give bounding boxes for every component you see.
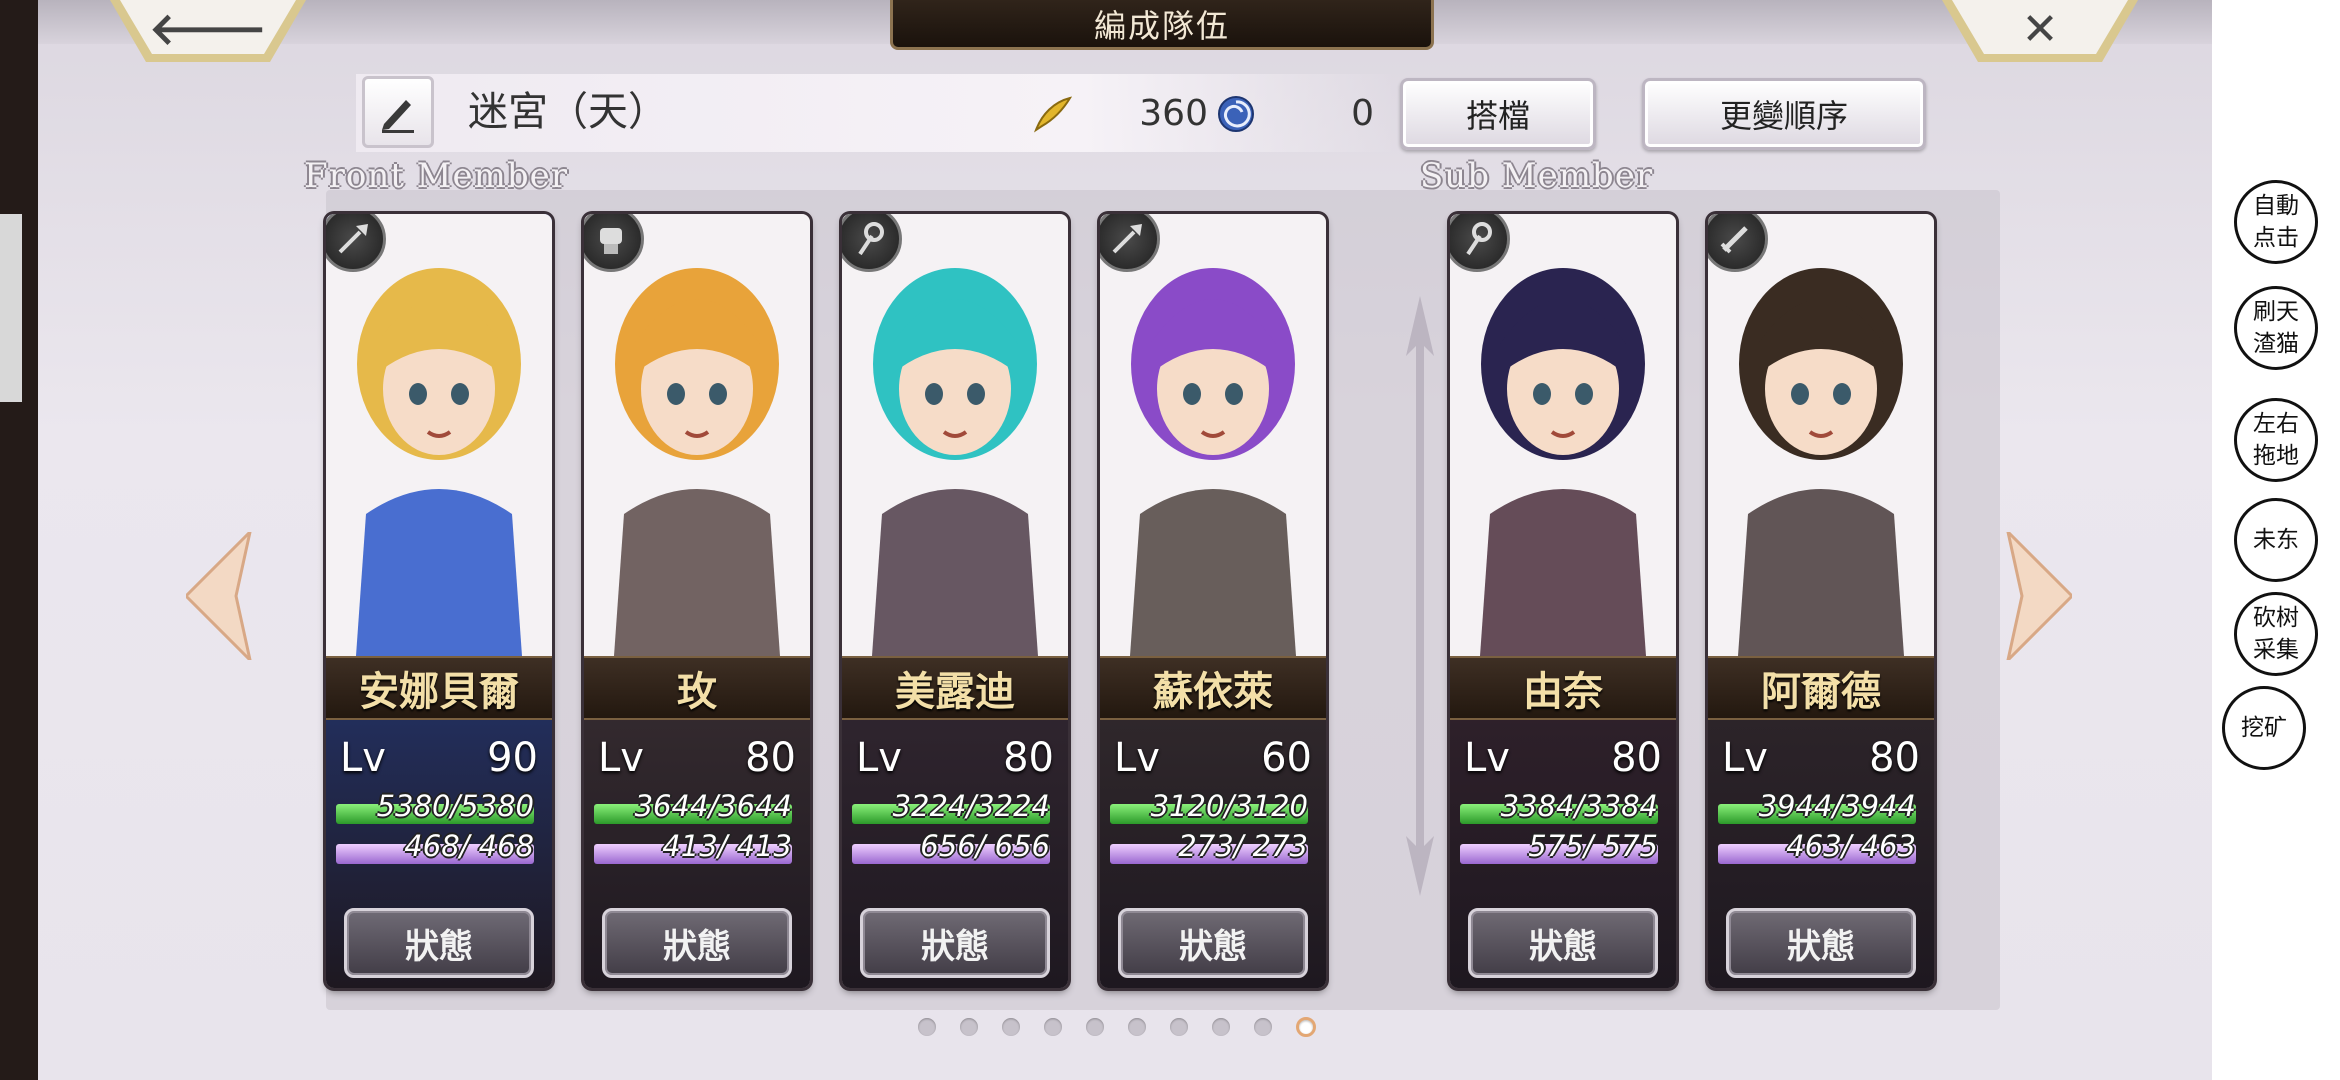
pen-icon	[382, 100, 414, 133]
level-label: Lv	[598, 735, 644, 781]
page-dot[interactable]	[918, 1018, 936, 1036]
member-name: 安娜貝爾	[326, 656, 552, 720]
reorder-button[interactable]: 更變順序	[1642, 78, 1926, 150]
level-value: 80	[1003, 735, 1054, 781]
spiral-value: 0	[1351, 93, 1374, 134]
member-name: 阿爾德	[1708, 656, 1934, 720]
swap-arrow-icon	[1406, 296, 1434, 896]
page-dot[interactable]	[1086, 1018, 1104, 1036]
hp-value: 3644/3644	[634, 789, 792, 823]
page-dot[interactable]	[1170, 1018, 1188, 1036]
character-portrait[interactable]	[1100, 214, 1326, 656]
hp-value: 3384/3384	[1500, 789, 1658, 823]
character-portrait[interactable]	[842, 214, 1068, 656]
assist-side-panel: 自動 点击刷天 渣猫左右 拖地未东砍树 采集挖矿	[2212, 0, 2340, 1080]
feather-value: 360	[1139, 93, 1208, 134]
status-button[interactable]: 狀態	[860, 908, 1050, 978]
assist-menu-button[interactable]: 砍树 采集	[2234, 592, 2318, 676]
next-page-arrow[interactable]	[2002, 532, 2072, 660]
partner-button[interactable]: 搭檔	[1400, 78, 1596, 150]
member-stats: Lv 80 3944/3944 463/ 463 狀態	[1708, 720, 1934, 988]
sub-member-label: Sub Member	[1420, 156, 1654, 196]
assist-menu-button[interactable]: 未东	[2234, 498, 2318, 582]
hp-value: 5380/5380	[376, 789, 534, 823]
member-card[interactable]: 美露迪 Lv 80 3224/3224 656/ 656 狀態	[842, 214, 1068, 988]
prev-page-arrow[interactable]	[186, 532, 256, 660]
level-value: 80	[1611, 735, 1662, 781]
spiral-icon	[1218, 96, 1254, 132]
level-label: Lv	[1464, 735, 1510, 781]
hp-value: 3120/3120	[1150, 789, 1308, 823]
member-card[interactable]: 蘇依萊 Lv 60 3120/3120 273/ 273 狀態	[1100, 214, 1326, 988]
level-label: Lv	[1114, 735, 1160, 781]
character-portrait[interactable]	[1450, 214, 1676, 656]
level-label: Lv	[856, 735, 902, 781]
level-label: Lv	[340, 735, 386, 781]
member-name: 玫	[584, 656, 810, 720]
feather-icon	[1033, 96, 1072, 133]
assist-menu-button[interactable]: 挖矿	[2222, 686, 2306, 770]
member-name: 美露迪	[842, 656, 1068, 720]
status-button[interactable]: 狀態	[344, 908, 534, 978]
status-button[interactable]: 狀態	[1118, 908, 1308, 978]
level-label: Lv	[1722, 735, 1768, 781]
page-dot[interactable]	[1296, 1017, 1316, 1037]
page-dot[interactable]	[1044, 1018, 1062, 1036]
member-card[interactable]: 阿爾德 Lv 80 3944/3944 463/ 463 狀態	[1708, 214, 1934, 988]
character-portrait[interactable]	[326, 214, 552, 656]
assist-menu-button[interactable]: 自動 点击	[2234, 180, 2318, 264]
page-dot[interactable]	[1002, 1018, 1020, 1036]
member-card[interactable]: 由奈 Lv 80 3384/3384 575/ 575 狀態	[1450, 214, 1676, 988]
page-dot[interactable]	[1254, 1018, 1272, 1036]
character-portrait[interactable]	[584, 214, 810, 656]
assist-menu-button[interactable]: 刷天 渣猫	[2234, 286, 2318, 370]
level-value: 60	[1261, 735, 1312, 781]
mp-value: 273/ 273	[1178, 829, 1308, 863]
member-card[interactable]: 安娜貝爾 Lv 90 5380/5380 468/ 468 狀態	[326, 214, 552, 988]
front-member-label: Front Member	[304, 156, 568, 196]
status-button[interactable]: 狀態	[1726, 908, 1916, 978]
assist-menu-button[interactable]: 左右 拖地	[2234, 398, 2318, 482]
member-stats: Lv 90 5380/5380 468/ 468 狀態	[326, 720, 552, 988]
level-value: 80	[745, 735, 796, 781]
hp-value: 3224/3224	[892, 789, 1050, 823]
mp-value: 575/ 575	[1528, 829, 1658, 863]
edit-party-name-button[interactable]	[362, 76, 434, 148]
character-portrait[interactable]	[1708, 214, 1934, 656]
member-name: 蘇依萊	[1100, 656, 1326, 720]
level-value: 90	[487, 735, 538, 781]
game-screen: 🡐 編成隊伍 ✕ 迷宮（天） 360 0 搭檔 更變順序 Front Membe…	[38, 0, 2212, 1080]
pagination-dots	[38, 1017, 2212, 1044]
back-button[interactable]: 🡐	[110, 0, 306, 66]
hp-value: 3944/3944	[1758, 789, 1916, 823]
mp-value: 413/ 413	[662, 829, 792, 863]
member-stats: Lv 80 3384/3384 575/ 575 狀態	[1450, 720, 1676, 988]
member-name: 由奈	[1450, 656, 1676, 720]
close-x-icon: ✕	[2021, 4, 2059, 55]
member-stats: Lv 60 3120/3120 273/ 273 狀態	[1100, 720, 1326, 988]
status-button[interactable]: 狀態	[602, 908, 792, 978]
edge-handle	[0, 214, 22, 402]
level-value: 80	[1869, 735, 1920, 781]
page-dot[interactable]	[1212, 1018, 1230, 1036]
member-stats: Lv 80 3644/3644 413/ 413 狀態	[584, 720, 810, 988]
party-info-bar: 迷宮（天） 360 0	[356, 74, 1396, 152]
mp-value: 463/ 463	[1786, 829, 1916, 863]
page-dot[interactable]	[1128, 1018, 1146, 1036]
page-title: 編成隊伍	[890, 0, 1434, 50]
member-stats: Lv 80 3224/3224 656/ 656 狀態	[842, 720, 1068, 988]
page-dot[interactable]	[960, 1018, 978, 1036]
member-card[interactable]: 玫 Lv 80 3644/3644 413/ 413 狀態	[584, 214, 810, 988]
status-button[interactable]: 狀態	[1468, 908, 1658, 978]
mp-value: 656/ 656	[920, 829, 1050, 863]
arrow-left-icon: 🡐	[149, 4, 267, 55]
mp-value: 468/ 468	[404, 829, 534, 863]
party-name: 迷宮（天）	[468, 89, 668, 135]
close-button[interactable]: ✕	[1942, 0, 2138, 66]
